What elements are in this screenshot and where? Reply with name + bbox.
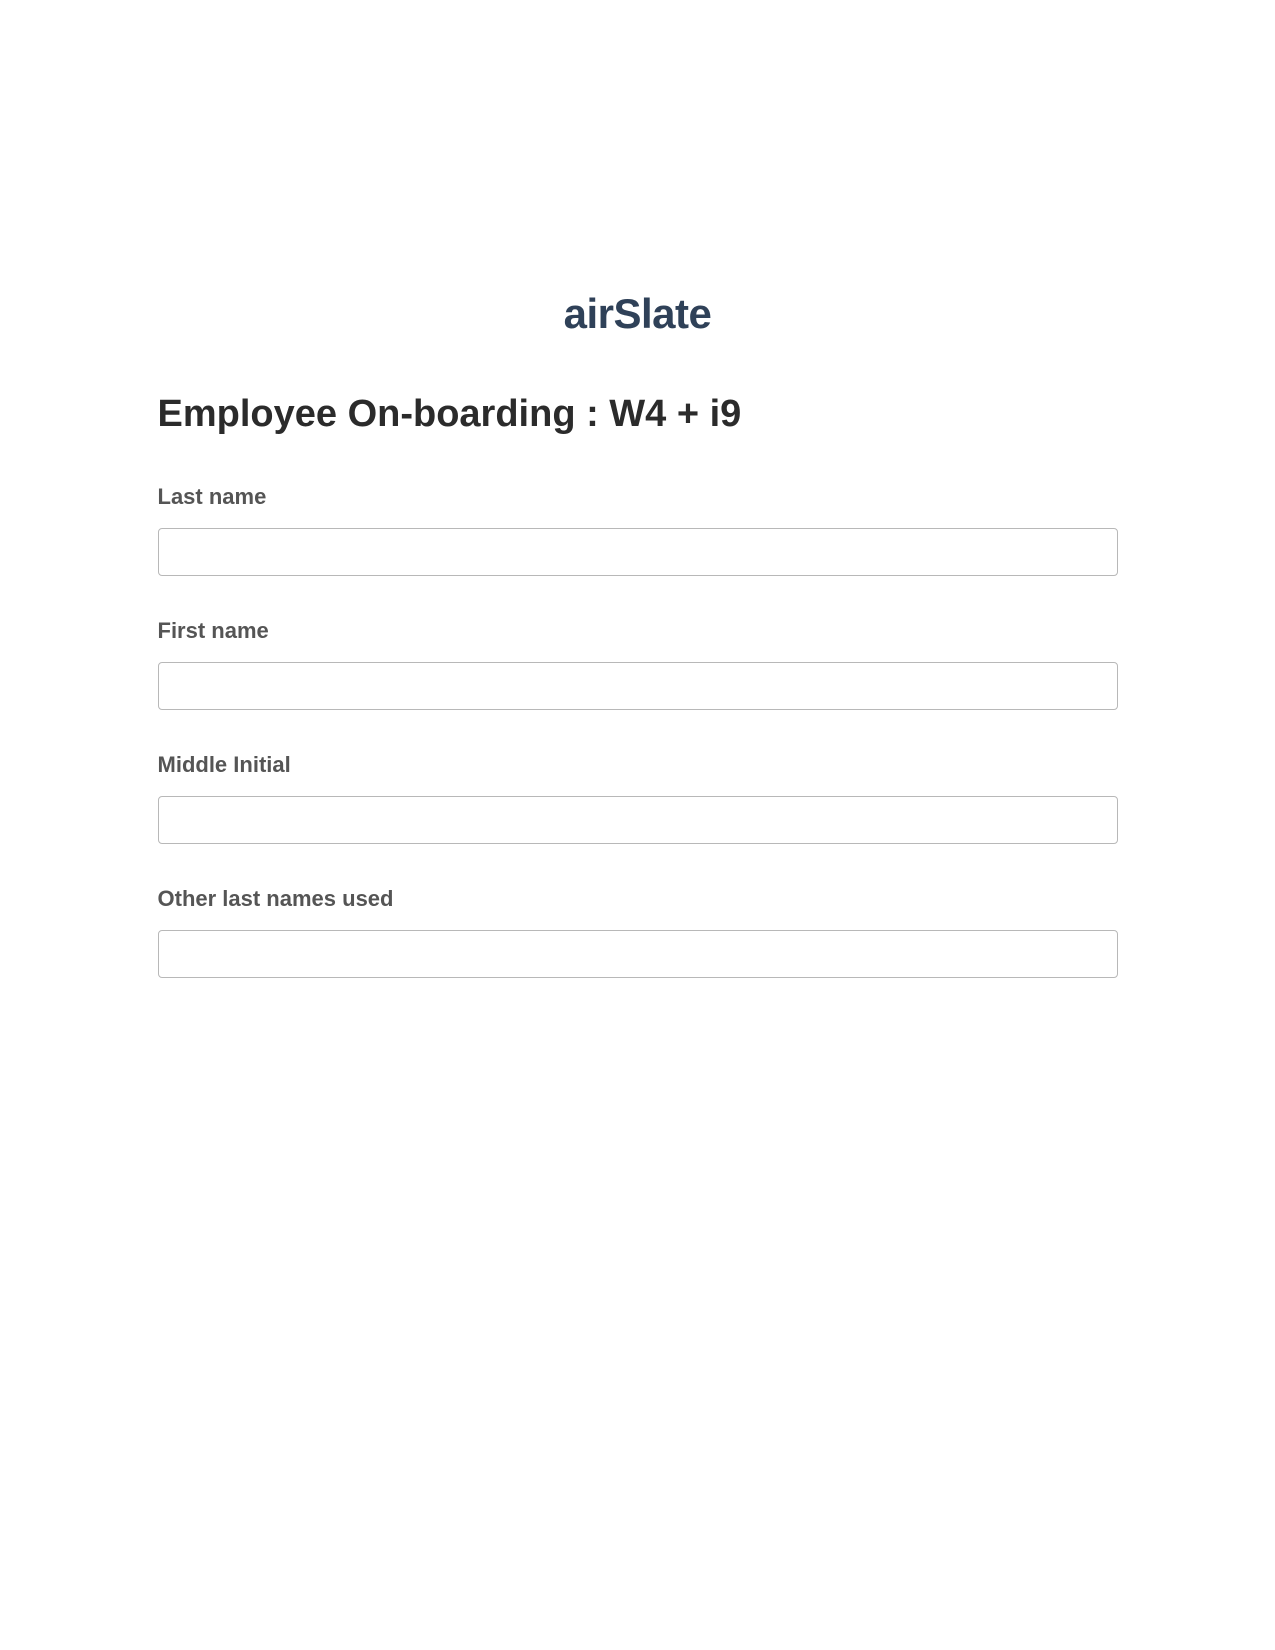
- other-last-names-label: Other last names used: [158, 886, 1118, 912]
- field-other-last-names: Other last names used: [158, 886, 1118, 978]
- brand-name-part1: air: [564, 290, 614, 337]
- field-middle-initial: Middle Initial: [158, 752, 1118, 844]
- last-name-label: Last name: [158, 484, 1118, 510]
- form-title: Employee On-boarding : W4 + i9: [158, 393, 742, 436]
- field-first-name: First name: [158, 618, 1118, 710]
- form-wrapper: Employee On-boarding : W4 + i9 Last name…: [158, 393, 1118, 1020]
- field-last-name: Last name: [158, 484, 1118, 576]
- first-name-label: First name: [158, 618, 1118, 644]
- brand-logo: airSlate: [564, 290, 712, 338]
- last-name-input[interactable]: [158, 528, 1118, 576]
- first-name-input[interactable]: [158, 662, 1118, 710]
- middle-initial-label: Middle Initial: [158, 752, 1118, 778]
- other-last-names-input[interactable]: [158, 930, 1118, 978]
- brand-name-part2: Slate: [613, 290, 711, 337]
- middle-initial-input[interactable]: [158, 796, 1118, 844]
- page-container: airSlate Employee On-boarding : W4 + i9 …: [0, 0, 1275, 1650]
